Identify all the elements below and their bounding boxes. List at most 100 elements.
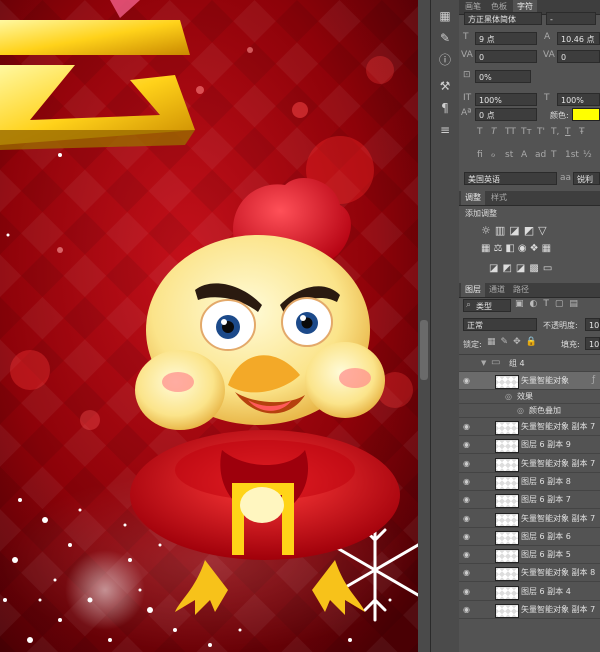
exposure-icon[interactable]: ◩ <box>524 224 538 237</box>
filter-shape-icon[interactable]: ▢ <box>555 299 570 309</box>
gradient-triangle-icon[interactable]: ▽ <box>538 224 550 237</box>
vertical-scale-field[interactable]: 100% <box>475 93 537 106</box>
layer-row[interactable]: ◉ 矢量智能对象 副本 7 <box>459 601 600 619</box>
visibility-eye-icon[interactable]: ◉ <box>463 459 472 468</box>
layer-row[interactable]: ◉ 图层 6 副本 9 <box>459 436 600 455</box>
filter-smart-icon[interactable]: ▤ <box>569 299 584 309</box>
titling-button[interactable]: T <box>551 150 557 160</box>
underline-button[interactable]: T <box>565 127 571 137</box>
fill-field[interactable]: 100% <box>585 337 600 350</box>
filter-pixel-icon[interactable]: ▣ <box>515 299 530 309</box>
layer-row[interactable]: ◉ 矢量智能对象 副本 7 <box>459 455 600 473</box>
threshold-icon[interactable]: ◪ <box>516 263 529 274</box>
visibility-eye-icon[interactable]: ◉ <box>463 440 472 449</box>
opacity-field[interactable]: 100% <box>585 318 600 331</box>
tab-paths[interactable]: 路径 <box>509 283 533 297</box>
tab-channels[interactable]: 通道 <box>485 283 509 297</box>
language-select[interactable]: 美国英语 <box>464 172 557 185</box>
bw-icon[interactable]: ◧ <box>505 243 517 254</box>
photo-filter-icon[interactable]: ◉ <box>518 243 530 254</box>
visibility-eye-icon[interactable]: ◉ <box>463 532 472 541</box>
layer-row[interactable]: ◉ 矢量智能对象 副本 7 <box>459 418 600 436</box>
brush-icon[interactable]: ✎ <box>437 30 453 46</box>
visibility-eye-icon[interactable]: ◉ <box>463 550 472 559</box>
tool-presets-icon[interactable]: ⚒ <box>437 78 453 94</box>
antialias-select[interactable]: 锐利 <box>573 172 600 185</box>
effect-eye-icon[interactable]: ◎ <box>517 406 524 415</box>
ligatures-button[interactable]: fi <box>477 150 483 160</box>
group-expand-icon[interactable]: ▼ <box>481 359 486 367</box>
font-style-select[interactable]: - <box>546 12 596 25</box>
document-canvas[interactable]: 云 <box>0 0 418 652</box>
filter-adjust-icon[interactable]: ◐ <box>530 299 544 309</box>
all-caps-button[interactable]: TT <box>505 127 516 137</box>
lock-pixels-icon[interactable]: ✎ <box>501 337 514 347</box>
faux-italic-button[interactable]: T <box>491 127 497 137</box>
lock-all-icon[interactable]: 🔒 <box>526 337 542 347</box>
layer-row[interactable]: ◉ 图层 6 副本 7 <box>459 491 600 510</box>
info-icon[interactable]: ⓘ <box>437 52 453 68</box>
layer-comps-icon[interactable]: ≡ <box>437 122 453 138</box>
kerning-field[interactable]: 0 <box>475 50 537 63</box>
horizontal-scale-field[interactable]: 100% <box>557 93 600 106</box>
visibility-eye-icon[interactable] <box>463 360 472 369</box>
color-balance-icon[interactable]: ⚖ <box>493 243 505 254</box>
fractions-button[interactable]: ½ <box>583 150 592 160</box>
layer-row-selected[interactable]: ◉ 矢量智能对象 ƒ <box>459 372 600 390</box>
layer-row[interactable]: ◉ 图层 6 副本 5 <box>459 546 600 565</box>
font-size-field[interactable]: 9 点 <box>475 32 537 45</box>
lock-position-icon[interactable]: ✥ <box>513 337 526 347</box>
channel-mixer-icon[interactable]: ❖ <box>530 243 542 254</box>
color-lookup-icon[interactable]: ▦ <box>542 243 554 254</box>
ordinals-button[interactable]: 1st <box>565 150 579 160</box>
layer-row[interactable]: ◉ 矢量智能对象 副本 7 <box>459 510 600 528</box>
small-caps-button[interactable]: Tт <box>521 127 532 137</box>
tab-layers[interactable]: 图层 <box>461 283 485 297</box>
visibility-eye-icon[interactable]: ◉ <box>463 587 472 596</box>
discretionary-ligatures-button[interactable]: st <box>505 150 513 160</box>
selective-color-icon[interactable]: ▩ <box>529 263 542 274</box>
history-icon[interactable]: ▦ <box>437 8 453 24</box>
faux-bold-button[interactable]: T <box>477 127 483 137</box>
brightness-icon[interactable]: ☼ <box>481 224 495 237</box>
visibility-eye-icon[interactable]: ◉ <box>463 568 472 577</box>
stylistic-alternates-button[interactable]: ad <box>535 150 546 160</box>
character-styles-icon[interactable]: ¶ <box>437 100 453 116</box>
leading-field[interactable]: 10.46 点 <box>557 32 600 45</box>
visibility-eye-icon[interactable]: ◉ <box>463 376 472 385</box>
levels-icon[interactable]: ▥ <box>495 224 509 237</box>
curves-icon[interactable]: ◪ <box>509 224 523 237</box>
layer-row[interactable]: ◉ 矢量智能对象 副本 8 <box>459 564 600 583</box>
canvas-vertical-scrollbar[interactable] <box>418 0 430 652</box>
baseline-field[interactable]: 0 点 <box>475 108 537 121</box>
visibility-eye-icon[interactable]: ◉ <box>463 605 472 614</box>
fx-icon[interactable]: ƒ <box>592 375 595 385</box>
tab-styles[interactable]: 样式 <box>487 191 511 205</box>
text-color-swatch[interactable] <box>572 108 600 121</box>
blend-mode-select[interactable]: 正常 <box>463 318 537 331</box>
superscript-button[interactable]: T' <box>537 127 545 137</box>
visibility-eye-icon[interactable]: ◉ <box>463 477 472 486</box>
tab-adjustments[interactable]: 调整 <box>461 191 485 205</box>
layer-group-row[interactable]: ▼ ▭ 组 4 <box>459 356 600 372</box>
font-family-select[interactable]: 方正黑体简体 <box>464 12 542 25</box>
posterize-icon[interactable]: ◩ <box>502 263 515 274</box>
effect-color-overlay-row[interactable]: ◎ 颜色叠加 <box>459 404 600 418</box>
layer-row[interactable]: ◉ 图层 6 副本 6 <box>459 528 600 546</box>
visibility-eye-icon[interactable]: ◉ <box>463 495 472 504</box>
visibility-eye-icon[interactable]: ◉ <box>463 422 472 431</box>
visibility-eye-icon[interactable]: ◉ <box>463 514 472 523</box>
scroll-thumb[interactable] <box>420 320 428 380</box>
effects-row[interactable]: ◎ 效果 <box>459 390 600 404</box>
filter-type-icon[interactable]: T <box>543 299 555 309</box>
strikethrough-button[interactable]: Ŧ <box>579 127 585 137</box>
gradient-map-icon[interactable]: ▭ <box>543 263 556 274</box>
lock-transparent-icon[interactable]: ▦ <box>487 337 501 347</box>
vibrance-icon[interactable]: ▦ <box>481 243 493 254</box>
subscript-button[interactable]: T, <box>551 127 559 137</box>
swash-button[interactable]: A <box>521 150 527 160</box>
tracking-field[interactable]: 0 <box>557 50 600 63</box>
old-style-button[interactable]: ℴ <box>491 150 495 160</box>
layer-row[interactable]: ◉ 图层 6 副本 8 <box>459 473 600 491</box>
scale-field[interactable]: 0% <box>475 70 531 83</box>
